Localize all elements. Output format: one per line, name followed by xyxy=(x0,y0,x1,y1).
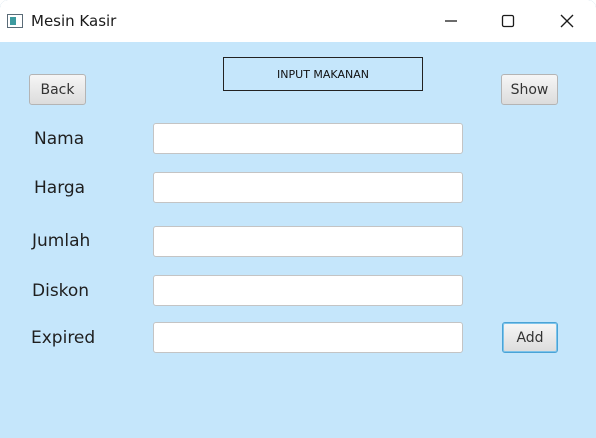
jumlah-field[interactable] xyxy=(153,226,463,257)
maximize-icon xyxy=(501,14,515,28)
diskon-label: Diskon xyxy=(32,281,90,301)
add-button[interactable]: Add xyxy=(502,322,558,353)
nama-field[interactable] xyxy=(153,123,463,154)
expired-label: Expired xyxy=(31,328,96,348)
maximize-button[interactable] xyxy=(485,0,531,42)
jumlah-label: Jumlah xyxy=(32,231,91,251)
show-button[interactable]: Show xyxy=(501,74,558,105)
expired-field[interactable] xyxy=(153,322,463,353)
title-bar[interactable]: Mesin Kasir xyxy=(0,0,596,42)
close-icon xyxy=(560,14,574,28)
harga-label: Harga xyxy=(34,178,86,198)
minimize-icon xyxy=(445,20,457,22)
form-panel: Back INPUT MAKANAN Show Nama Harga Jumla… xyxy=(0,42,596,438)
back-button[interactable]: Back xyxy=(29,74,86,105)
window-title: Mesin Kasir xyxy=(31,12,117,30)
diskon-field[interactable] xyxy=(153,275,463,306)
app-icon xyxy=(7,14,23,28)
minimize-button[interactable] xyxy=(428,0,474,42)
form-heading: INPUT MAKANAN xyxy=(223,57,423,91)
nama-label: Nama xyxy=(34,129,85,149)
harga-field[interactable] xyxy=(153,172,463,203)
app-window: Mesin Kasir Back INPUT MAKANAN Show Nama… xyxy=(0,0,596,438)
close-button[interactable] xyxy=(544,0,590,42)
